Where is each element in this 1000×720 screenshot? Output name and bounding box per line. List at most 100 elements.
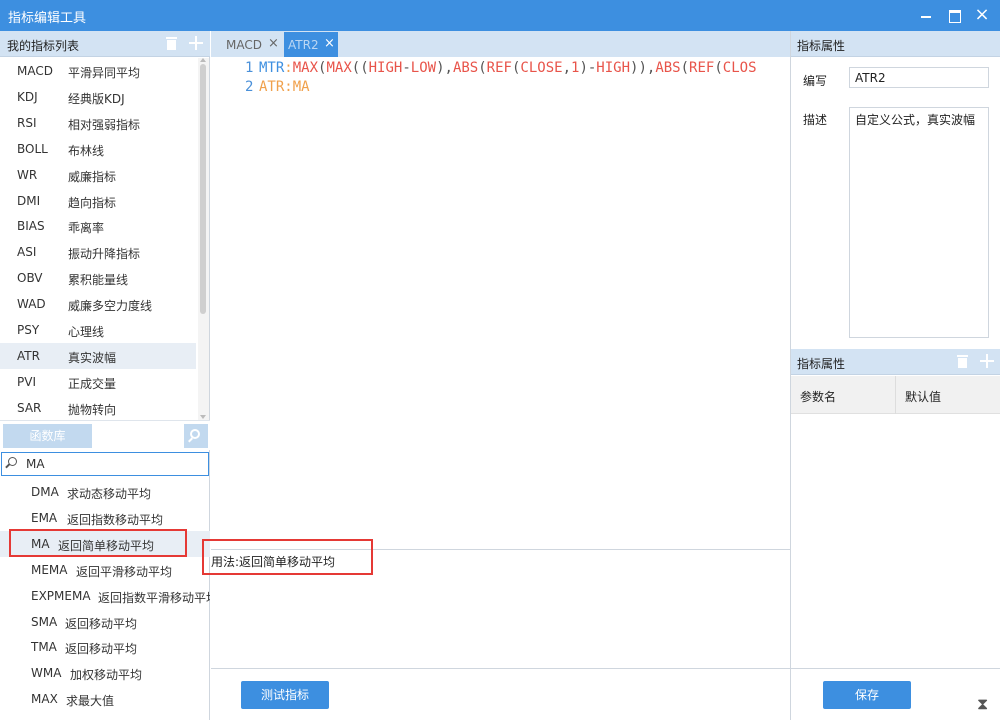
indicator-code: WR — [17, 167, 38, 182]
function-item[interactable]: MAX 求最大值 — [0, 686, 210, 710]
code-token: HIGH — [368, 60, 403, 76]
code-token: : — [284, 79, 293, 95]
function-code: SMA — [31, 614, 58, 629]
indicator-name: 振动升降指标 — [68, 247, 141, 262]
indicator-item[interactable]: DMI 趋向指标 — [0, 188, 196, 214]
window-title: 指标编辑工具 — [8, 11, 87, 26]
search-icon — [8, 457, 17, 466]
indicator-list-title: 我的指标列表 — [7, 39, 80, 53]
indicator-item[interactable]: ASI 振动升降指标 — [0, 239, 196, 265]
column-divider — [895, 376, 896, 414]
function-code: WMA — [31, 666, 62, 681]
highlight-box — [9, 529, 187, 557]
indicator-code: ATR — [17, 348, 40, 363]
indicator-item[interactable]: KDJ 经典版KDJ — [0, 84, 196, 110]
maximize-icon[interactable] — [945, 6, 963, 24]
indicator-code: ASI — [17, 245, 37, 260]
parameter-header-title: 指标属性 — [797, 357, 846, 371]
indicator-code: DMI — [17, 193, 41, 208]
indicator-code: OBV — [17, 271, 43, 286]
function-item[interactable]: MEMA 返回平滑移动平均 — [0, 557, 210, 583]
indicator-name: 威廉指标 — [68, 169, 117, 184]
scroll-down-icon[interactable] — [200, 415, 206, 419]
right-panel: 指标属性 编写 ATR2 描述 自定义公式，真实波幅 指标属性 参数名 默认值 … — [790, 31, 1000, 720]
indicator-item[interactable]: BIAS 乖离率 — [0, 213, 196, 239]
code-token: )- — [579, 60, 597, 76]
close-icon[interactable]: × — [973, 6, 991, 24]
description-textarea[interactable]: 自定义公式，真实波幅 — [849, 107, 989, 338]
minimize-icon[interactable] — [917, 6, 935, 24]
test-indicator-button[interactable]: 测试指标 — [241, 681, 329, 709]
indicator-item[interactable]: PVI 正成交量 — [0, 369, 196, 395]
indicator-item[interactable]: BOLL 布林线 — [0, 136, 196, 162]
function-description: 返回移动平均 — [65, 616, 138, 631]
indicator-item[interactable]: RSI 相对强弱指标 — [0, 110, 196, 136]
indicator-item[interactable]: ATR 真实波幅 — [0, 342, 196, 369]
code-token: CLOSE — [520, 60, 563, 76]
code-input[interactable]: ATR2 — [849, 67, 989, 88]
code-token: )), — [630, 60, 656, 76]
code-text: ATR:MA — [259, 79, 310, 95]
indicator-item[interactable]: SAR 抛物转向 — [0, 395, 196, 421]
code-token: (( — [351, 60, 369, 76]
indicator-name: 正成交量 — [68, 376, 117, 391]
code-token: CLOS — [722, 60, 757, 76]
function-item[interactable]: EMA 返回指数移动平均 — [0, 505, 210, 531]
function-search-field[interactable] — [1, 452, 209, 476]
function-search-button[interactable] — [184, 424, 208, 448]
indicator-name: 累积能量线 — [68, 273, 129, 288]
tab-function-library[interactable]: 函数库 — [3, 424, 92, 448]
trash-icon[interactable] — [166, 37, 177, 50]
code-token: MTR — [259, 60, 285, 76]
code-token: REF — [486, 60, 512, 76]
code-token: ( — [714, 60, 723, 76]
indicator-name: 经典版KDJ — [68, 91, 125, 106]
indicator-name: 相对强弱指标 — [68, 117, 141, 132]
indicator-item[interactable]: OBV 累积能量线 — [0, 265, 196, 291]
add-icon[interactable] — [189, 36, 203, 50]
code-token: MA — [292, 79, 310, 95]
indicator-item[interactable]: MACD 平滑异同平均 — [0, 58, 196, 84]
function-search-input[interactable] — [26, 455, 196, 473]
save-button[interactable]: 保存 — [823, 681, 911, 709]
function-item[interactable]: SMA 返回移动平均 — [0, 609, 210, 635]
resize-handle-icon[interactable]: ⧗ — [977, 694, 988, 714]
function-code: EMA — [31, 510, 58, 525]
tab-close-icon[interactable]: × — [268, 37, 279, 51]
function-item[interactable]: WMA 加权移动平均 — [0, 660, 210, 686]
indicator-list: MACD 平滑异同平均 KDJ 经典版KDJ RSI 相对强弱指标 BOLL 布林线 WR 威廉指… — [0, 58, 198, 421]
function-item[interactable]: TMA 返回移动平均 — [0, 634, 210, 660]
function-code: MEMA — [31, 562, 68, 577]
function-description: 返回指数平滑移动平均 — [98, 590, 210, 605]
column-default-value: 默认值 — [905, 390, 942, 404]
function-description: 返回平滑移动平均 — [76, 564, 173, 579]
indicator-list-header: 我的指标列表 — [0, 31, 210, 57]
indicator-item[interactable]: PSY 心理线 — [0, 317, 196, 343]
indicator-name: 抛物转向 — [68, 402, 117, 417]
indicator-list-scrollbar[interactable] — [198, 58, 209, 421]
tab-macd[interactable]: MACD × — [211, 32, 284, 57]
indicator-code: PSY — [17, 323, 40, 337]
parameter-header: 指标属性 — [791, 349, 1000, 375]
add-icon[interactable] — [980, 354, 994, 368]
indicator-code: PVI — [17, 374, 36, 389]
trash-icon[interactable] — [957, 355, 968, 368]
code-editor[interactable]: 1 MTR:MAX(MAX((HIGH-LOW),ABS(REF(CLOSE,1)… — [211, 57, 790, 549]
scroll-up-icon[interactable] — [200, 58, 206, 62]
indicator-properties-header: 指标属性 — [791, 31, 1000, 57]
scrollbar-thumb[interactable] — [200, 64, 206, 314]
indicator-item[interactable]: WR 威廉指标 — [0, 162, 196, 188]
function-description: 加权移动平均 — [70, 668, 143, 683]
function-item[interactable]: EXPMEMA 返回指数平滑移动平均 — [0, 583, 210, 609]
description-label: 描述 — [803, 113, 828, 127]
tab-atr2[interactable]: ATR2 × — [284, 32, 338, 57]
function-description: 求动态移动平均 — [67, 487, 152, 501]
function-description: 返回指数移动平均 — [67, 512, 164, 527]
indicator-code: KDJ — [17, 89, 38, 104]
tab-close-icon[interactable]: × — [324, 37, 335, 51]
code-token: MAX — [326, 60, 352, 76]
indicator-item[interactable]: WAD 威廉多空力度线 — [0, 291, 196, 317]
search-icon — [190, 429, 200, 439]
function-item[interactable]: DMA 求动态移动平均 — [0, 479, 210, 505]
code-token: ATR — [259, 79, 285, 95]
